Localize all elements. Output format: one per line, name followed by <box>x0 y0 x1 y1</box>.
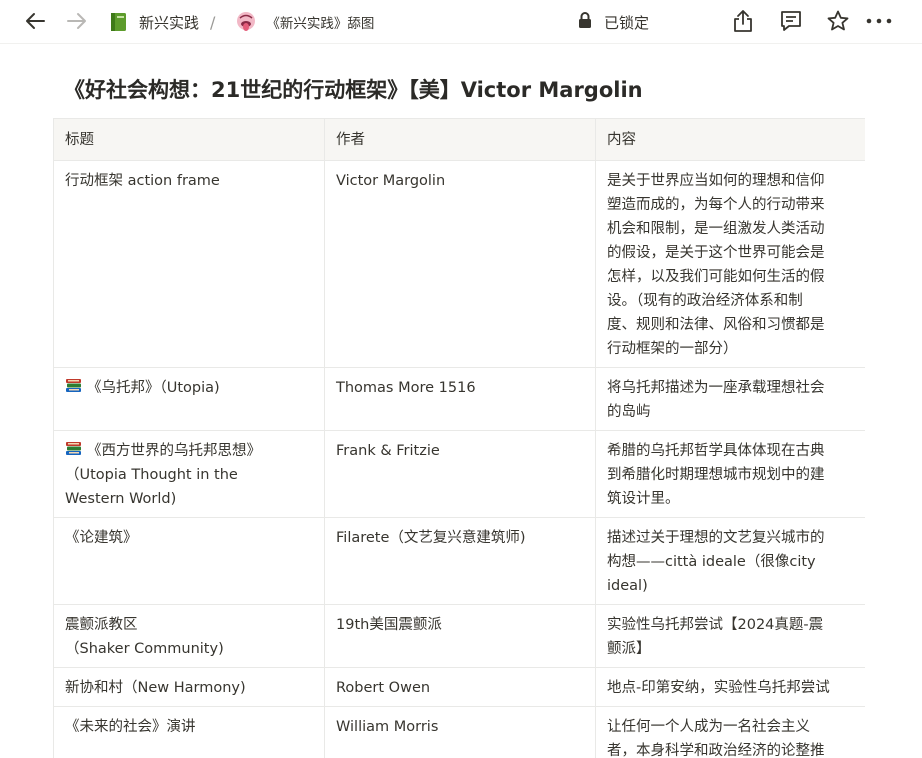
table-row[interactable]: 行动框架 action frame Victor Margolin 是关于世界应当如… <box>53 160 865 368</box>
cell-content[interactable]: 实验性乌托邦尝试【2024真题-震 颤派】 <box>595 604 865 668</box>
cell-title[interactable]: 《乌托邦》（Utopia) <box>53 367 325 431</box>
tongue-face-icon <box>235 11 257 33</box>
cell-content-line: 行动框架的一部分） <box>607 341 738 357</box>
green-book-icon <box>108 11 130 33</box>
breadcrumb: 新兴实践 / 《新兴实践》舔图 <box>108 0 374 44</box>
column-header-content[interactable]: 内容 <box>595 118 865 161</box>
cell-content-line: 描述过关于理想的文艺复兴城市的 <box>607 530 825 546</box>
cell-content-line: 怎样，以及我们可能如何生活的假 <box>607 269 825 285</box>
table-row[interactable]: 《未来的社会》演讲 William Morris 让任何一个人成为一名社会主义 者，本… <box>53 706 865 758</box>
cell-content-line: 构想——città ideale（很像city <box>607 554 816 570</box>
cell-author[interactable]: Thomas More 1516 <box>324 367 596 431</box>
top-bar: 新兴实践 / 《新兴实践》舔图 已锁定 <box>0 0 922 44</box>
cell-author-text: Victor Margolin <box>336 173 446 189</box>
cell-title-line: Western World) <box>65 491 177 507</box>
cell-content-line: 颤派】 <box>607 641 651 657</box>
star-icon[interactable] <box>825 8 851 34</box>
table-row[interactable]: 《乌托邦》（Utopia) Thomas More 1516 将乌托邦描述为一座承载… <box>53 367 865 431</box>
books-icon <box>65 378 83 394</box>
cell-title-line: （Utopia Thought in the <box>65 467 238 483</box>
cell-author[interactable]: Victor Margolin <box>324 160 596 368</box>
cell-title-line: （Shaker Community) <box>65 641 224 657</box>
cell-content-line: 塑造而成的，为每个人的行动带来 <box>607 197 825 213</box>
cell-title[interactable]: 《西方世界的乌托邦思想》 （Utopia Thought in the Wester… <box>53 430 325 518</box>
cell-content-line: 机会和限制，是一组激发人类活动 <box>607 221 825 237</box>
cell-content[interactable]: 描述过关于理想的文艺复兴城市的 构想——città ideale（很像city id… <box>595 517 865 605</box>
cell-author-text: Robert Owen <box>336 680 431 696</box>
cell-author-text: 19th美国震颤派 <box>336 617 442 633</box>
cell-content-line: 筑设计里。 <box>607 491 680 507</box>
cell-author-text: Frank & Fritzie <box>336 443 440 459</box>
breadcrumb-item-xinxing[interactable]: 新兴实践 <box>108 11 199 33</box>
table-row[interactable]: 震颤派教区 （Shaker Community) 19th美国震颤派 实验性乌托邦尝试… <box>53 604 865 668</box>
cell-title[interactable]: 《论建筑》 <box>53 517 325 605</box>
lock-label: 已锁定 <box>604 13 650 32</box>
cell-author[interactable]: William Morris <box>324 706 596 758</box>
cell-content-line: 希腊的乌托邦哲学具体体现在古典 <box>607 443 825 459</box>
share-icon[interactable] <box>730 8 756 34</box>
table-row[interactable]: 新协和村（New Harmony) Robert Owen 地点-印第安纳，实验性乌… <box>53 667 865 707</box>
lock-icon <box>578 11 592 33</box>
cell-content-line: ideal) <box>607 578 648 594</box>
cell-author[interactable]: 19th美国震颤派 <box>324 604 596 668</box>
cell-title[interactable]: 《未来的社会》演讲 <box>53 706 325 758</box>
cell-title-line: 《未来的社会》演讲 <box>65 719 196 735</box>
breadcrumb-separator: / <box>210 12 216 32</box>
cell-author-text: Thomas More 1516 <box>336 380 476 396</box>
breadcrumb-label: 《新兴实践》舔图 <box>266 16 375 32</box>
cell-content-line: 地点-印第安纳，实验性乌托邦尝试 <box>607 680 830 696</box>
cell-author[interactable]: Robert Owen <box>324 667 596 707</box>
cell-content-line: 度、规则和法律、风俗和习惯都是 <box>607 317 825 333</box>
cell-title-line: 行动框架 action frame <box>65 173 220 189</box>
comment-icon[interactable] <box>778 8 804 34</box>
cell-content-line: 的假设，是关于这个世界可能会是 <box>607 245 825 261</box>
cell-content-line: 的岛屿 <box>607 404 651 420</box>
books-icon <box>65 441 83 457</box>
cell-title[interactable]: 新协和村（New Harmony) <box>53 667 325 707</box>
cell-content-line: 者，本身科学和政治经济的论整推 <box>607 743 825 758</box>
cell-content-line: 将乌托邦描述为一座承载理想社会 <box>607 380 825 396</box>
more-icon[interactable] <box>866 8 892 34</box>
page-title: 《好社会构想：21世纪的行动框架》【美】Victor Margolin <box>64 78 643 102</box>
cell-content[interactable]: 是关于世界应当如何的理想和信仰 塑造而成的，为每个人的行动带来 机会和限制，是一组激… <box>595 160 865 368</box>
column-header-author[interactable]: 作者 <box>324 118 596 161</box>
column-header-title[interactable]: 标题 <box>53 118 325 161</box>
cell-author-text: William Morris <box>336 719 439 735</box>
table-row[interactable]: 《论建筑》 Filarete（文艺复兴意建筑师) 描述过关于理想的文艺复兴城市的 构想… <box>53 517 865 605</box>
database-table: 标题 作者 内容 行动框架 action frame Victor Margoli… <box>53 118 865 758</box>
cell-title-line: 震颤派教区 <box>65 617 138 633</box>
cell-content-line: 到希腊化时期理想城市规划中的建 <box>607 467 825 483</box>
breadcrumb-label: 新兴实践 <box>139 13 200 32</box>
cell-title-line: 新协和村（New Harmony) <box>65 680 246 696</box>
forward-arrow-icon[interactable] <box>65 9 89 33</box>
cell-content[interactable]: 将乌托邦描述为一座承载理想社会 的岛屿 <box>595 367 865 431</box>
cell-title[interactable]: 震颤派教区 （Shaker Community) <box>53 604 325 668</box>
cell-content[interactable]: 地点-印第安纳，实验性乌托邦尝试 <box>595 667 865 707</box>
cell-author[interactable]: Filarete（文艺复兴意建筑师) <box>324 517 596 605</box>
cell-author[interactable]: Frank & Fritzie <box>324 430 596 518</box>
cell-content-line: 是关于世界应当如何的理想和信仰 <box>607 173 825 189</box>
table-body: 行动框架 action frame Victor Margolin 是关于世界应当如… <box>53 160 865 758</box>
cell-content-line: 实验性乌托邦尝试【2024真题-震 <box>607 617 824 633</box>
cell-content-line: 设。（现有的政治经济体系和制 <box>607 293 803 309</box>
back-arrow-icon[interactable] <box>23 9 47 33</box>
cell-title-line: 《乌托邦》（Utopia) <box>87 380 220 396</box>
cell-content[interactable]: 希腊的乌托邦哲学具体体现在古典 到希腊化时期理想城市规划中的建 筑设计里。 <box>595 430 865 518</box>
cell-author-text: Filarete（文艺复兴意建筑师) <box>336 530 526 546</box>
table-row[interactable]: 《西方世界的乌托邦思想》 （Utopia Thought in the Wester… <box>53 430 865 518</box>
table-header-row: 标题 作者 内容 <box>53 118 865 161</box>
cell-title-line: 《西方世界的乌托邦思想》 <box>87 443 261 459</box>
cell-content[interactable]: 让任何一个人成为一名社会主义 者，本身科学和政治经济的论整推 <box>595 706 865 758</box>
cell-content-line: 让任何一个人成为一名社会主义 <box>607 719 810 735</box>
cell-title[interactable]: 行动框架 action frame <box>53 160 325 368</box>
cell-title-line: 《论建筑》 <box>65 530 138 546</box>
lock-status[interactable]: 已锁定 <box>578 11 649 33</box>
breadcrumb-item-current[interactable]: 《新兴实践》舔图 <box>225 11 374 33</box>
